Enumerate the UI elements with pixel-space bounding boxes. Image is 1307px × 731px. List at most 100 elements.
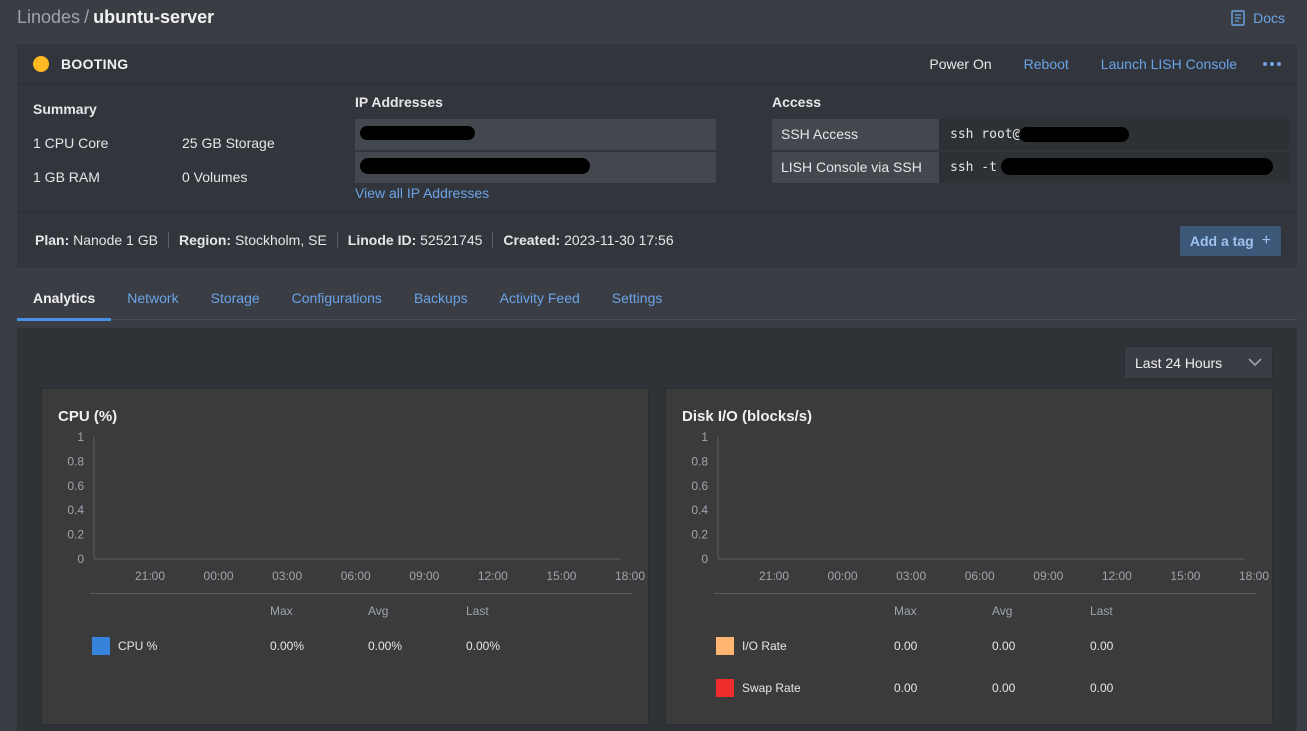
- x-tick-label: 18:00: [1239, 569, 1269, 583]
- ssh-access-row: SSH Access ssh root@: [772, 119, 1289, 150]
- created-key: Created:: [503, 232, 561, 248]
- region-info: Region: Stockholm, SE: [169, 232, 338, 248]
- x-tick-label: 15:00: [546, 569, 576, 583]
- more-actions-icon[interactable]: [1253, 62, 1291, 66]
- legend-header-last: Last: [1090, 604, 1113, 618]
- y-tick-label: 0.4: [691, 503, 708, 517]
- ssh-access-text: ssh root@: [950, 127, 1021, 142]
- ssh-access-label: SSH Access: [772, 119, 939, 150]
- legend-value-last: 0.00: [1090, 681, 1114, 695]
- reboot-button[interactable]: Reboot: [1008, 56, 1085, 72]
- breadcrumb-separator: /: [84, 7, 90, 27]
- x-tick-label: 03:00: [896, 569, 926, 583]
- x-tick-label: 00:00: [828, 569, 858, 583]
- cpu-chart: 1 0.8 0.6 0.4 0.2 0 21:00 00:00 03:00 06:00 09:00 1…: [67, 430, 645, 583]
- cpu-spec: 1 CPU Core: [33, 135, 109, 151]
- tab-storage[interactable]: Storage: [195, 282, 276, 320]
- y-tick-label: 1: [77, 430, 84, 444]
- x-tick-label: 09:00: [1033, 569, 1063, 583]
- legend-series-name: I/O Rate: [742, 639, 787, 653]
- volumes-spec: 0 Volumes: [182, 169, 248, 185]
- chart-divider: [714, 593, 1256, 594]
- x-tick-label: 21:00: [135, 569, 165, 583]
- tab-network[interactable]: Network: [111, 282, 194, 320]
- y-tick-label: 1: [701, 430, 708, 444]
- y-tick-label: 0.8: [67, 454, 84, 468]
- legend-value-last: 0.00: [1090, 639, 1114, 653]
- x-tick-label: 00:00: [204, 569, 234, 583]
- legend-header-avg: Avg: [992, 604, 1013, 618]
- breadcrumb-linodes-link[interactable]: Linodes: [17, 7, 80, 28]
- x-tick-label: 06:00: [341, 569, 371, 583]
- launch-lish-console-button[interactable]: Launch LISH Console: [1085, 56, 1253, 72]
- time-range-value: Last 24 Hours: [1135, 354, 1223, 371]
- view-all-ip-addresses-link[interactable]: View all IP Addresses: [355, 185, 489, 201]
- chevron-down-icon: [1248, 358, 1262, 367]
- disk-io-chart-card: Disk I/O (blocks/s) 1 0.8 0.6 0.4 0.2 0 21:00 0…: [665, 388, 1273, 725]
- y-tick-label: 0.2: [67, 528, 84, 542]
- x-tick-label: 06:00: [965, 569, 995, 583]
- disk-io-chart-title: Disk I/O (blocks/s): [682, 408, 813, 425]
- cpu-chart-card: CPU (%) 1 0.8 0.6 0.4 0.2 0 21:00 00:00 03:00 06:…: [41, 388, 649, 725]
- ipv6-address-row[interactable]: [355, 152, 716, 183]
- x-tick-label: 12:00: [478, 569, 508, 583]
- linode-id-key: Linode ID:: [347, 232, 417, 248]
- lish-console-row: LISH Console via SSH ssh -t: [772, 152, 1289, 183]
- plan-info: Plan: Nanode 1 GB: [35, 232, 169, 248]
- legend-swatch: [716, 637, 734, 655]
- legend-swatch: [716, 679, 734, 697]
- legend-header-max: Max: [270, 604, 293, 618]
- legend-header-max: Max: [894, 604, 917, 618]
- legend-item[interactable]: CPU %: [92, 637, 157, 655]
- status-text: BOOTING: [61, 55, 129, 72]
- y-tick-label: 0: [701, 552, 708, 566]
- linode-label[interactable]: ubuntu-server: [93, 7, 214, 28]
- plus-icon: +: [1261, 232, 1271, 249]
- x-tick-label: 18:00: [615, 569, 645, 583]
- lish-console-command[interactable]: ssh -t: [939, 152, 1289, 183]
- legend-value-avg: 0.00%: [368, 639, 403, 653]
- status-indicator-icon: [33, 55, 49, 72]
- linode-meta-bar: Plan: Nanode 1 GB Region: Stockholm, SE …: [17, 211, 1297, 268]
- power-on-button[interactable]: Power On: [913, 56, 1007, 72]
- y-tick-label: 0.4: [67, 503, 84, 517]
- ssh-access-command[interactable]: ssh root@: [939, 119, 1289, 150]
- summary-title: Summary: [33, 101, 97, 117]
- lish-console-label: LISH Console via SSH: [772, 152, 939, 183]
- legend-value-avg: 0.00: [992, 681, 1016, 695]
- tab-configurations[interactable]: Configurations: [276, 282, 398, 320]
- legend-swatch: [92, 637, 110, 655]
- docs-label: Docs: [1253, 10, 1285, 26]
- legend-header-last: Last: [466, 604, 489, 618]
- action-bar: Power On Reboot Launch LISH Console: [913, 44, 1291, 84]
- legend-item[interactable]: Swap Rate: [716, 679, 801, 697]
- linode-summary-panel: BOOTING Power On Reboot Launch LISH Cons…: [17, 44, 1297, 268]
- access-title: Access: [772, 94, 822, 110]
- linode-id-value: 52521745: [420, 232, 483, 248]
- tab-activity-feed[interactable]: Activity Feed: [484, 282, 596, 320]
- redacted-ssh-host: [1019, 127, 1129, 142]
- y-tick-label: 0.2: [691, 528, 708, 542]
- x-tick-label: 12:00: [1102, 569, 1132, 583]
- docs-link[interactable]: Docs: [1229, 9, 1285, 27]
- ip-addresses-title: IP Addresses: [355, 94, 443, 110]
- tab-analytics[interactable]: Analytics: [17, 282, 112, 321]
- plan-key: Plan:: [35, 232, 70, 248]
- status-bar: BOOTING Power On Reboot Launch LISH Cons…: [17, 44, 1297, 84]
- x-tick-label: 15:00: [1170, 569, 1200, 583]
- linode-id-info: Linode ID: 52521745: [338, 232, 494, 248]
- created-value: 2023-11-30 17:56: [564, 232, 674, 248]
- x-tick-label: 09:00: [409, 569, 439, 583]
- time-range-select[interactable]: Last 24 Hours: [1124, 346, 1273, 379]
- document-icon: [1231, 10, 1245, 26]
- add-tag-label: Add a tag: [1189, 233, 1254, 249]
- tab-settings[interactable]: Settings: [596, 282, 679, 320]
- legend-item[interactable]: I/O Rate: [716, 637, 787, 655]
- add-tag-button[interactable]: Add a tag +: [1179, 226, 1281, 256]
- ipv4-address-row[interactable]: [355, 119, 716, 150]
- cpu-chart-title: CPU (%): [58, 408, 118, 425]
- tab-backups[interactable]: Backups: [398, 282, 484, 320]
- breadcrumb: Linodes / ubuntu-server: [17, 7, 214, 28]
- lish-console-text: ssh -t: [950, 160, 997, 175]
- region-value: Stockholm, SE: [234, 232, 327, 248]
